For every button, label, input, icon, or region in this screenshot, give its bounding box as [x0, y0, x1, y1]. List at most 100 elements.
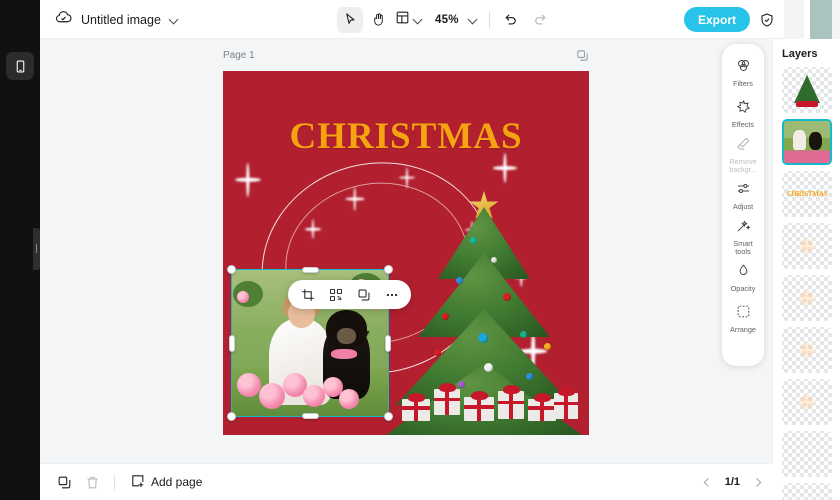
- sidebar-item-filters[interactable]: Filters: [722, 53, 764, 93]
- artwork-title: CHRISTMAS: [289, 116, 523, 157]
- ornament: [544, 343, 551, 350]
- layer-item-sparkle-5[interactable]: [782, 431, 832, 477]
- layer-thumbnail: [784, 225, 830, 267]
- chevron-down-icon[interactable]: [469, 15, 478, 24]
- chevron-left-icon[interactable]: [697, 472, 717, 492]
- ornament: [484, 363, 493, 372]
- hand-tool[interactable]: [365, 7, 391, 33]
- chevron-down-icon[interactable]: [414, 15, 423, 24]
- canvas-tools-group: 45%: [337, 0, 553, 39]
- ornament: [458, 381, 465, 388]
- ornament: [491, 257, 497, 263]
- mobile-device-icon[interactable]: [6, 52, 34, 80]
- cloud-check-icon: [55, 9, 72, 31]
- chevron-right-icon[interactable]: [748, 472, 768, 492]
- layer-item-photo[interactable]: [782, 119, 832, 165]
- ornament: [456, 277, 463, 284]
- toolbar-divider: [488, 11, 490, 28]
- add-frame-icon: [130, 473, 145, 491]
- export-button[interactable]: Export: [683, 7, 750, 32]
- undo-button[interactable]: [499, 7, 525, 33]
- layer-thumbnail: [784, 121, 830, 163]
- sidebar-item-opacity[interactable]: Opacity: [722, 258, 764, 298]
- rose: [237, 373, 261, 397]
- sidebar-label: Smart tools: [733, 238, 753, 256]
- page-navigation: 1/1: [697, 472, 768, 492]
- layer-item-sparkle-1[interactable]: [782, 223, 832, 269]
- cutout-button[interactable]: [323, 282, 348, 307]
- page-actions-group: Add page: [40, 470, 207, 494]
- shield-check-icon[interactable]: [750, 12, 784, 28]
- top-toolbar: Untitled image 45% Export: [40, 0, 840, 39]
- gift-box: [498, 391, 524, 419]
- layers-list: CHRISTMAS: [773, 67, 840, 500]
- sidebar-item-adjust[interactable]: Adjust: [722, 176, 764, 216]
- ornament: [526, 373, 533, 380]
- toolbar-placeholder-4: [832, 0, 840, 39]
- sidebar-label: Arrange: [730, 324, 756, 334]
- arrange-square-icon: [736, 304, 751, 324]
- layer-thumbnail: CHRISTMAS: [784, 173, 830, 215]
- ornament: [442, 313, 449, 320]
- rose: [339, 389, 359, 409]
- layer-item-sparkle-6[interactable]: [782, 483, 832, 500]
- sidebar-label: Opacity: [730, 283, 756, 293]
- gift-box: [464, 397, 494, 421]
- sidebar-item-remove-background[interactable]: Remove backgr...: [722, 135, 764, 175]
- gift-box: [402, 399, 430, 421]
- select-tool[interactable]: [337, 6, 363, 33]
- layer-item-sparkle-3[interactable]: [782, 327, 832, 373]
- more-options-button[interactable]: [379, 282, 404, 307]
- selection-context-toolbar: [288, 280, 411, 309]
- duplicate-page-button[interactable]: [52, 470, 76, 494]
- layout-tool[interactable]: [393, 10, 425, 30]
- sidebar-item-effects[interactable]: Effects: [722, 94, 764, 134]
- zoom-level-value: 45%: [435, 13, 459, 26]
- duplicate-button[interactable]: [351, 282, 376, 307]
- sidebar-label: Remove backgr...: [729, 156, 757, 174]
- layer-thumbnail: [784, 69, 830, 111]
- sidebar-item-smart-tools[interactable]: Smart tools: [722, 217, 764, 257]
- gift-box: [434, 389, 460, 415]
- toolbar-placeholder-1: [784, 0, 804, 39]
- document-title-group[interactable]: Untitled image: [55, 0, 179, 39]
- ornament: [434, 349, 441, 356]
- rose: [259, 383, 285, 409]
- sliders-icon: [736, 181, 751, 201]
- dog-bowtie: [330, 348, 358, 360]
- document-title: Untitled image: [81, 12, 161, 27]
- layer-thumbnail: [784, 381, 830, 423]
- editing-tools-panel: Filters Effects Remove backgr... Adjust …: [722, 44, 764, 366]
- sidebar-item-arrange[interactable]: Arrange: [722, 299, 764, 339]
- layers-panel-title: Layers: [782, 48, 818, 60]
- page-indicator: 1/1: [724, 476, 740, 488]
- canvas-area[interactable]: Page 1 CHRISTMAS: [40, 39, 772, 463]
- gift-bow: [471, 391, 488, 400]
- crop-button[interactable]: [295, 282, 320, 307]
- bottom-toolbar: Add page 1/1: [40, 463, 772, 500]
- eraser-icon: [736, 136, 751, 156]
- left-sidebar: [0, 0, 42, 500]
- top-right-actions: Export: [683, 0, 840, 39]
- gift-bow: [534, 393, 551, 402]
- artboard[interactable]: CHRISTMAS: [223, 71, 589, 435]
- redo-button[interactable]: [527, 7, 553, 33]
- bottom-divider: [114, 474, 115, 490]
- gift-box: [554, 393, 578, 419]
- droplet-icon: [736, 263, 751, 283]
- layer-item-tree[interactable]: [782, 67, 832, 113]
- layer-item-text[interactable]: CHRISTMAS: [782, 171, 832, 217]
- layer-item-sparkle-4[interactable]: [782, 379, 832, 425]
- ornament: [503, 293, 511, 301]
- delete-page-button[interactable]: [80, 470, 104, 494]
- sidebar-label: Filters: [733, 78, 753, 88]
- toolbar-placeholder-3: [810, 0, 832, 39]
- zoom-control[interactable]: 45%: [433, 14, 480, 26]
- add-page-label: Add page: [151, 475, 203, 489]
- add-page-button[interactable]: Add page: [125, 470, 207, 494]
- layer-thumbnail: [784, 277, 830, 319]
- chevron-down-icon[interactable]: [170, 15, 179, 24]
- duplicate-icon[interactable]: [575, 48, 590, 63]
- gift-bow: [503, 385, 520, 394]
- layer-item-sparkle-2[interactable]: [782, 275, 832, 321]
